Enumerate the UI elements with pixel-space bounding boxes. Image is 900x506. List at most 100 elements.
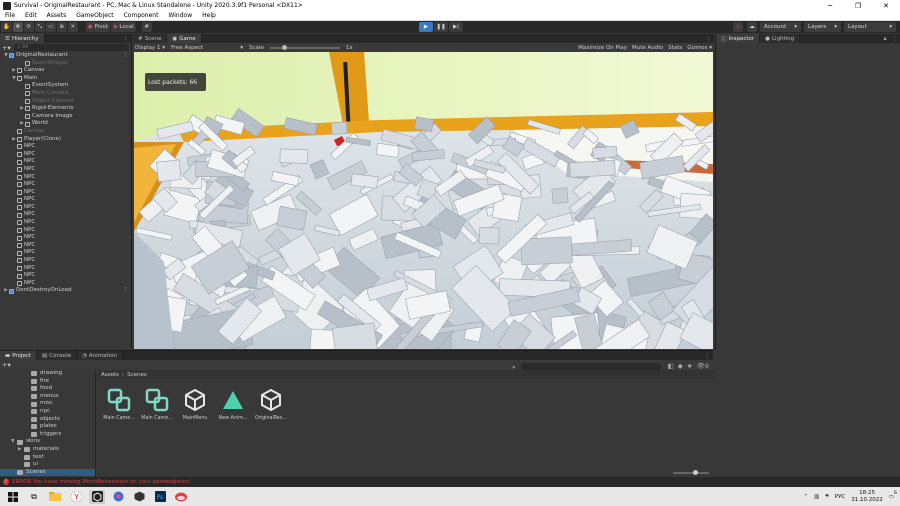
hierarchy-item[interactable]: NPC [0,143,131,151]
more-options-icon[interactable]: ⋮ [706,37,715,43]
folder-item[interactable]: plates [0,423,95,431]
hierarchy-item[interactable]: ▶ World [0,120,131,128]
folder-item[interactable]: ▶ materials [0,446,95,454]
scene-menu-icon[interactable]: ⋮ [123,287,132,295]
hierarchy-item[interactable]: Camera Image [0,113,131,121]
add-icon[interactable]: +▾ [2,44,11,52]
layout-dropdown[interactable]: Layout ▾ [844,22,896,32]
hierarchy-item[interactable]: NPC [0,257,131,265]
game-viewport[interactable]: Lost packets: 66 [134,52,713,349]
maximize-button[interactable]: ❐ [844,2,872,10]
menu-help[interactable]: Help [197,12,221,19]
hand-tool-button[interactable]: ✋ [1,22,12,32]
layers-dropdown[interactable]: Layers ▾ [804,22,841,32]
hierarchy-item[interactable]: NPC [0,211,131,219]
hierarchy-item[interactable]: NPC [0,272,131,280]
hierarchy-item[interactable]: ▼ Main [0,75,131,83]
hierarchy-item[interactable]: NPC [0,249,131,257]
scale-slider[interactable] [269,44,340,50]
folder-item[interactable]: Scenes [0,468,95,477]
start-button[interactable] [5,490,21,504]
asset-size-slider[interactable] [673,470,709,475]
add-icon[interactable]: +▾ [2,361,11,369]
folder-item[interactable]: npc [0,408,95,416]
breadcrumb-assets[interactable]: Assets [101,372,119,378]
cloud-button[interactable]: ☁ [747,22,758,32]
stats-toggle[interactable]: Stats [668,45,682,51]
hierarchy-item[interactable]: ▶ Rigid-Elements [0,105,131,113]
hidden-count-badge[interactable]: 👁︎9 [697,362,709,370]
app-button[interactable] [173,490,189,504]
folder-item[interactable]: food [0,385,95,393]
asset-item[interactable]: Main Came... [141,387,173,421]
account-dropdown[interactable]: Account ▾ [760,22,802,32]
scale-tool-button[interactable]: ⤡ [34,22,45,32]
task-view-button[interactable]: ⧉ [26,490,42,504]
grid-snap-button[interactable]: # [141,22,152,32]
filter-label-icon[interactable]: ◆ [678,362,683,370]
photoshop-button[interactable]: Ps [152,490,168,504]
hierarchy-item[interactable]: NPC [0,166,131,174]
hierarchy-item[interactable]: NPC [0,265,131,273]
more-options-icon[interactable]: ⋮ [705,354,714,360]
clock[interactable]: 18:25 31.10.2022 [851,490,883,504]
hierarchy-item[interactable]: NPC [0,181,131,189]
folder-item[interactable]: drawing [0,370,95,378]
folder-item[interactable]: objects [0,416,95,424]
folder-item[interactable]: menus [0,393,95,401]
volume-icon[interactable]: 🔊︎ [825,493,828,500]
menu-file[interactable]: File [0,12,20,19]
display-dropdown[interactable]: Display 1 ▾ [135,45,165,51]
folder-item[interactable]: misc [0,400,95,408]
pause-button[interactable]: ❚❚ [434,22,448,32]
tab-lighting[interactable]: ● Lighting [760,34,801,43]
tab-project[interactable]: ▬ Project [0,351,38,360]
collab-button[interactable]: ◇ [733,22,744,32]
lock-icon[interactable]: 🔒︎ [884,36,887,43]
hierarchy-item[interactable]: NPC [0,196,131,204]
more-options-icon[interactable]: ⋮ [123,37,132,43]
menu-assets[interactable]: Assets [42,12,72,19]
hierarchy-item[interactable]: NPC [0,151,131,159]
tab-game[interactable]: ◉ Game [167,34,202,43]
hierarchy-item[interactable]: SearchPlayer [0,60,131,68]
hierarchy-item[interactable]: ▶ Player(Clone) [0,136,131,144]
hierarchy-item[interactable]: NPC [0,280,131,288]
tab-hierarchy[interactable]: ☰ Hierarchy [0,34,45,43]
menu-component[interactable]: Component [119,12,164,19]
yandex-browser-button[interactable]: Y [68,490,84,504]
hierarchy-item[interactable]: NPC [0,227,131,235]
step-button[interactable]: ▶| [449,22,463,32]
tab-animation[interactable]: ◔ Animation [77,351,123,360]
explorer-button[interactable] [47,490,63,504]
close-button[interactable]: ✕ [872,2,900,10]
move-tool-button[interactable]: ✥ [12,22,23,32]
breadcrumb-scenes[interactable]: Scenes [127,372,147,378]
hierarchy-item[interactable]: Main Camera [0,90,131,98]
folder-item[interactable]: fire [0,378,95,386]
tab-inspector[interactable]: ⓘ Inspector [716,34,761,43]
mute-audio-toggle[interactable]: Mute Audio [632,45,663,51]
rotate-tool-button[interactable]: ⟳ [23,22,34,32]
menu-window[interactable]: Window [163,12,197,19]
asset-item[interactable]: OriginalRes... [255,387,287,421]
favorite-icon[interactable]: ★ [687,362,693,370]
asset-item[interactable]: MainMenu [180,387,210,421]
menu-edit[interactable]: Edit [20,12,42,19]
hierarchy-item[interactable]: NPC [0,234,131,242]
local-toggle[interactable]: ◈ Local [111,22,136,32]
gizmos-dropdown[interactable]: Gizmos ▾ [687,45,712,51]
folder-item[interactable]: ▼ skins [0,438,95,446]
transform-tool-button[interactable]: ⊕ [56,22,67,32]
unity-hub-button[interactable] [131,490,147,504]
hierarchy-item[interactable]: Object Camera [0,98,131,106]
hierarchy-item[interactable]: ▶ DontDestroyOnLoad ⋮ [0,287,131,295]
hierarchy-item[interactable]: ▶ Canvas [0,67,131,75]
filter-type-icon[interactable]: ◧ [668,362,674,370]
browser-button[interactable] [110,490,126,504]
hierarchy-item[interactable]: NPC [0,174,131,182]
folder-item[interactable]: text [0,454,95,462]
network-icon[interactable]: ▥ [814,494,819,500]
hierarchy-item[interactable]: NPC [0,189,131,197]
folder-item[interactable]: triggers [0,431,95,439]
